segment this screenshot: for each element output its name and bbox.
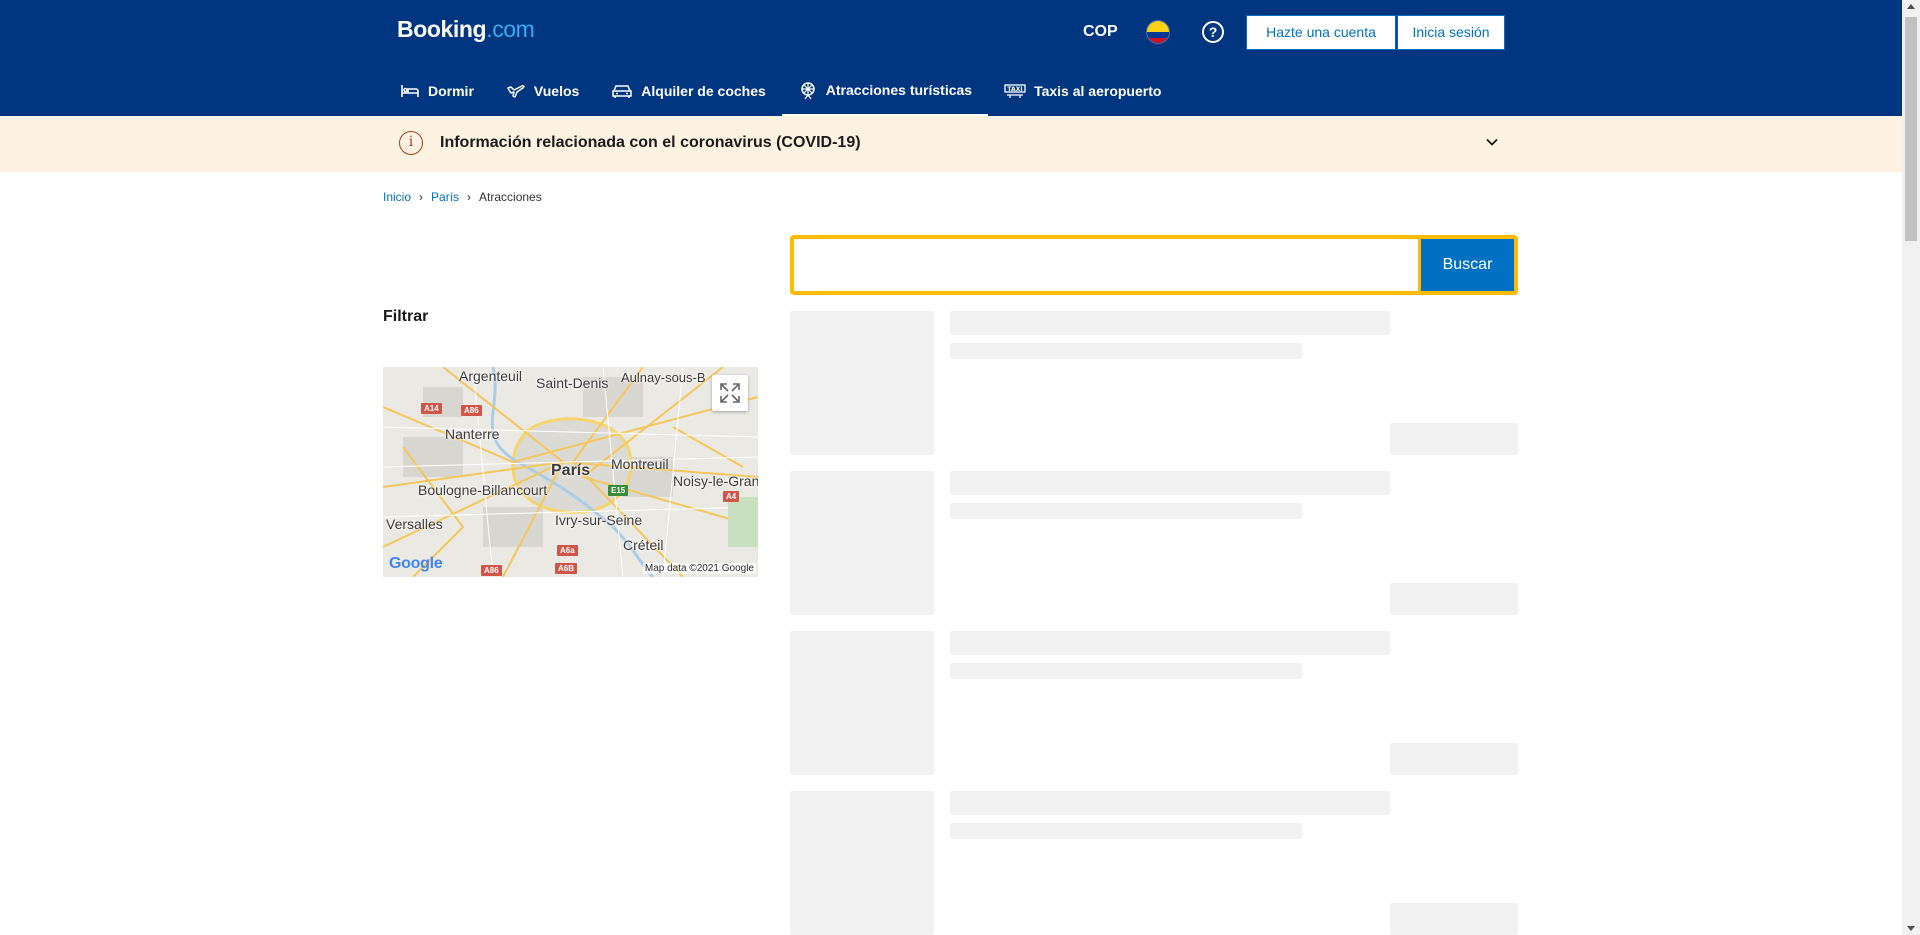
map-label: Créteil [623, 537, 664, 553]
loading-card [790, 631, 1518, 775]
page-scrollbar[interactable] [1902, 0, 1920, 935]
breadcrumb-current: Atracciones [479, 190, 542, 204]
search-button[interactable]: Buscar [1421, 239, 1514, 291]
scroll-thumb[interactable] [1905, 17, 1917, 241]
nav-label: Alquiler de coches [641, 83, 766, 99]
map-credit: Map data ©2021 Google [642, 563, 756, 574]
nav-tab-taxis[interactable]: TAXI Taxis al aeropuerto [988, 66, 1177, 116]
plane-icon [507, 85, 525, 98]
chevron-down-icon[interactable] [1484, 134, 1500, 150]
road-shield: E15 [608, 485, 629, 496]
chevron-right-icon: › [467, 190, 472, 204]
search-bar: Buscar [790, 235, 1518, 295]
skeleton-button [1390, 583, 1518, 615]
skeleton-image [790, 631, 934, 775]
loading-card [790, 471, 1518, 615]
info-icon: i [399, 131, 423, 155]
skeleton-subtitle [950, 663, 1302, 679]
map-label: Ivry-sur-Seine [555, 512, 643, 528]
svg-text:TAXI: TAXI [1008, 86, 1023, 93]
signin-button[interactable]: Inicia sesión [1397, 15, 1505, 50]
map-label: Noisy-le-Granc [673, 473, 758, 489]
breadcrumb: Inicio › París › Atracciones [383, 190, 542, 204]
scroll-down-arrow-icon[interactable] [1907, 926, 1915, 931]
scroll-up-arrow-icon[interactable] [1907, 4, 1915, 9]
road-shield: A86 [461, 405, 482, 416]
skeleton-subtitle [950, 343, 1302, 359]
skeleton-image [790, 791, 934, 935]
skeleton-image [790, 471, 934, 615]
skeleton-title [950, 471, 1390, 495]
skeleton-subtitle [950, 503, 1302, 519]
nav-label: Taxis al aeropuerto [1034, 83, 1162, 99]
skeleton-button [1390, 743, 1518, 775]
nav-tab-vuelos[interactable]: Vuelos [490, 66, 595, 116]
road-shield: A86 [481, 565, 502, 576]
skeleton-button [1390, 903, 1518, 935]
main-nav: Dormir Vuelos Alquiler de coches Atracci… [384, 66, 1177, 116]
attractions-icon [801, 82, 815, 100]
map-label: Nanterre [445, 426, 500, 442]
map-label: Argenteuil [459, 368, 523, 384]
booking-logo[interactable]: Booking.com [397, 16, 535, 43]
loading-card [790, 791, 1518, 935]
nav-label: Atracciones turísticas [825, 82, 973, 98]
map-label: Aulnay-sous-B [621, 370, 706, 385]
breadcrumb-paris-link[interactable]: París [431, 190, 459, 204]
bed-icon [401, 85, 419, 97]
nav-label: Dormir [428, 83, 474, 99]
chevron-right-icon: › [419, 190, 424, 204]
filter-title: Filtrar [383, 308, 429, 325]
road-shield: A6B [555, 563, 578, 574]
nav-tab-dormir[interactable]: Dormir [384, 66, 490, 116]
search-input[interactable] [794, 239, 1418, 291]
taxi-icon: TAXI [1004, 84, 1026, 98]
currency-selector[interactable]: COP [1083, 23, 1118, 41]
covid-banner[interactable]: i Información relacionada con el coronav… [0, 116, 1902, 172]
nav-tab-coches[interactable]: Alquiler de coches [595, 66, 781, 116]
map-label: Saint-Denis [536, 375, 609, 391]
skeleton-button [1390, 423, 1518, 455]
skeleton-subtitle [950, 823, 1302, 839]
site-header: Booking.com COP ? Hazte una cuenta Inici… [0, 0, 1902, 116]
skeleton-title [950, 791, 1390, 815]
map-label: Montreuil [611, 456, 669, 472]
loading-card [790, 311, 1518, 455]
map-city-label: París [551, 462, 591, 479]
map-preview[interactable]: Argenteuil Saint-Denis Aulnay-sous-B Nan… [383, 367, 758, 577]
skeleton-image [790, 311, 934, 455]
fullscreen-expand-icon[interactable] [712, 375, 748, 411]
signup-button[interactable]: Hazte una cuenta [1246, 15, 1396, 50]
map-label: Versalles [386, 516, 443, 532]
road-shield: A14 [421, 403, 442, 414]
road-shield: A6a [557, 545, 578, 556]
breadcrumb-home-link[interactable]: Inicio [383, 190, 411, 204]
car-icon [612, 85, 633, 98]
road-shield: A4 [723, 491, 740, 502]
map-label: Boulogne-Billancourt [418, 482, 548, 498]
colombia-flag-icon[interactable] [1146, 20, 1170, 44]
skeleton-title [950, 631, 1390, 655]
nav-label: Vuelos [533, 83, 580, 99]
skeleton-title [950, 311, 1390, 335]
covid-banner-text: Información relacionada con el coronavir… [440, 134, 861, 151]
google-logo: Google [389, 555, 443, 572]
nav-tab-atracciones[interactable]: Atracciones turísticas [781, 66, 989, 116]
help-icon[interactable]: ? [1202, 21, 1224, 43]
